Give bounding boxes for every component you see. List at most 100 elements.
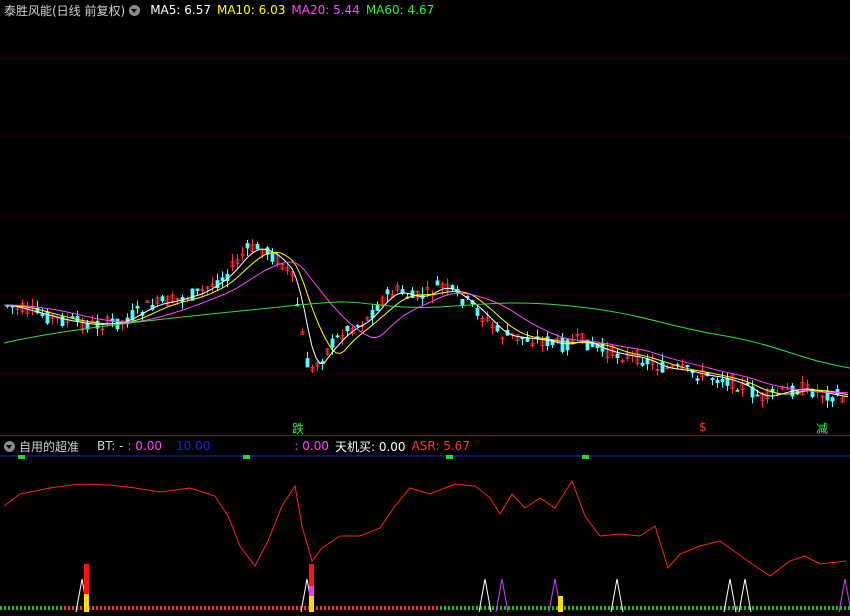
candle-body bbox=[830, 397, 835, 402]
bottom-dot bbox=[284, 606, 286, 610]
bottom-dot bbox=[476, 606, 478, 610]
bottom-dot bbox=[160, 606, 162, 610]
ma10-readout: MA10: 6.03 bbox=[216, 3, 286, 17]
bottom-dot bbox=[700, 606, 702, 610]
bottom-dot bbox=[512, 606, 514, 610]
candle-body bbox=[715, 379, 720, 384]
bottom-dot bbox=[412, 606, 414, 610]
bottom-dot bbox=[152, 606, 154, 610]
dropdown-icon[interactable] bbox=[4, 440, 15, 452]
bottom-dot bbox=[572, 606, 574, 610]
candle-body bbox=[615, 353, 620, 359]
bottom-dot bbox=[172, 606, 174, 610]
candle-body bbox=[270, 252, 275, 262]
bottom-dot bbox=[60, 606, 62, 610]
ma10-line bbox=[3, 251, 849, 396]
bottom-dot bbox=[392, 606, 394, 610]
candle-body bbox=[375, 304, 380, 311]
bottom-dot bbox=[492, 606, 494, 610]
bottom-dot bbox=[704, 606, 706, 610]
bottom-dot bbox=[376, 606, 378, 610]
bottom-dot bbox=[556, 606, 558, 610]
bottom-dot bbox=[736, 606, 738, 610]
bottom-dot bbox=[184, 606, 186, 610]
bottom-dot bbox=[636, 606, 638, 610]
bottom-dot bbox=[260, 606, 262, 610]
bottom-dot bbox=[544, 606, 546, 610]
candle-body bbox=[40, 313, 45, 317]
candle-body bbox=[435, 280, 440, 286]
bottom-dot bbox=[228, 606, 230, 610]
bottom-dot bbox=[32, 606, 34, 610]
bottom-dot bbox=[600, 606, 602, 610]
bottom-dot bbox=[608, 606, 610, 610]
bottom-dot bbox=[292, 606, 294, 610]
bottom-dot bbox=[452, 606, 454, 610]
indicator-panel[interactable]: 自用的超准 BT: - : 0.00 10.00 : 0.00 天机买: 0.0… bbox=[0, 436, 850, 616]
bottom-dot bbox=[428, 606, 430, 610]
signal-bar bbox=[309, 596, 314, 612]
candle-body bbox=[385, 289, 390, 295]
bottom-dot bbox=[128, 606, 130, 610]
candle-body bbox=[710, 378, 715, 380]
bottom-dot bbox=[472, 606, 474, 610]
bottom-dot bbox=[280, 606, 282, 610]
dropdown-icon[interactable] bbox=[129, 4, 141, 16]
bottom-dot bbox=[596, 606, 598, 610]
candle-body bbox=[220, 277, 225, 281]
bottom-dot bbox=[240, 606, 242, 610]
bottom-dot bbox=[444, 606, 446, 610]
bottom-dot bbox=[372, 606, 374, 610]
signal-label-die: 跌 bbox=[292, 422, 305, 436]
bottom-dot bbox=[340, 606, 342, 610]
bottom-dot bbox=[424, 606, 426, 610]
bottom-dot bbox=[692, 606, 694, 610]
bottom-dot bbox=[712, 606, 714, 610]
bottom-dot bbox=[348, 606, 350, 610]
bottom-dot bbox=[844, 606, 846, 610]
bt-readout: BT: - bbox=[97, 439, 124, 453]
candle-body bbox=[725, 378, 730, 386]
candle-body bbox=[355, 324, 360, 327]
bottom-dot bbox=[688, 606, 690, 610]
candle-body bbox=[305, 358, 310, 368]
bottom-dot bbox=[252, 606, 254, 610]
bottom-dot bbox=[120, 606, 122, 610]
bottom-dot bbox=[336, 606, 338, 610]
candlestick-chart[interactable] bbox=[0, 0, 850, 436]
ma20-line bbox=[3, 261, 849, 394]
bottom-dot bbox=[352, 606, 354, 610]
bottom-dot bbox=[484, 606, 486, 610]
candle-body bbox=[545, 336, 550, 347]
price-chart-panel[interactable]: 泰胜风能(日线 前复权) MA5: 6.57 MA10: 6.03 MA20: … bbox=[0, 0, 850, 436]
candle-body bbox=[345, 325, 350, 332]
bottom-dot bbox=[248, 606, 250, 610]
candle-body bbox=[495, 325, 500, 332]
chart-title: 泰胜风能(日线 前复权) bbox=[4, 3, 126, 18]
bottom-dot bbox=[788, 606, 790, 610]
bottom-dot bbox=[188, 606, 190, 610]
bottom-dot bbox=[528, 606, 530, 610]
indicator-chart[interactable] bbox=[0, 436, 850, 616]
signal-bar bbox=[309, 586, 314, 596]
bottom-dot bbox=[16, 606, 18, 610]
bottom-dot bbox=[64, 606, 66, 610]
bottom-dot bbox=[140, 606, 142, 610]
bottom-dot bbox=[380, 606, 382, 610]
bottom-dot bbox=[208, 606, 210, 610]
bottom-dot bbox=[536, 606, 538, 610]
bottom-dot bbox=[656, 606, 658, 610]
bottom-dot bbox=[784, 606, 786, 610]
bottom-dot bbox=[804, 606, 806, 610]
bottom-dot bbox=[272, 606, 274, 610]
bottom-dot bbox=[660, 606, 662, 610]
bottom-dot bbox=[408, 606, 410, 610]
candle-body bbox=[720, 379, 725, 383]
bottom-dot bbox=[68, 606, 70, 610]
bottom-dot bbox=[216, 606, 218, 610]
bottom-dot bbox=[588, 606, 590, 610]
bottom-dot bbox=[576, 606, 578, 610]
signal-marker bbox=[582, 455, 589, 459]
bottom-dot bbox=[828, 606, 830, 610]
bottom-dot bbox=[324, 606, 326, 610]
